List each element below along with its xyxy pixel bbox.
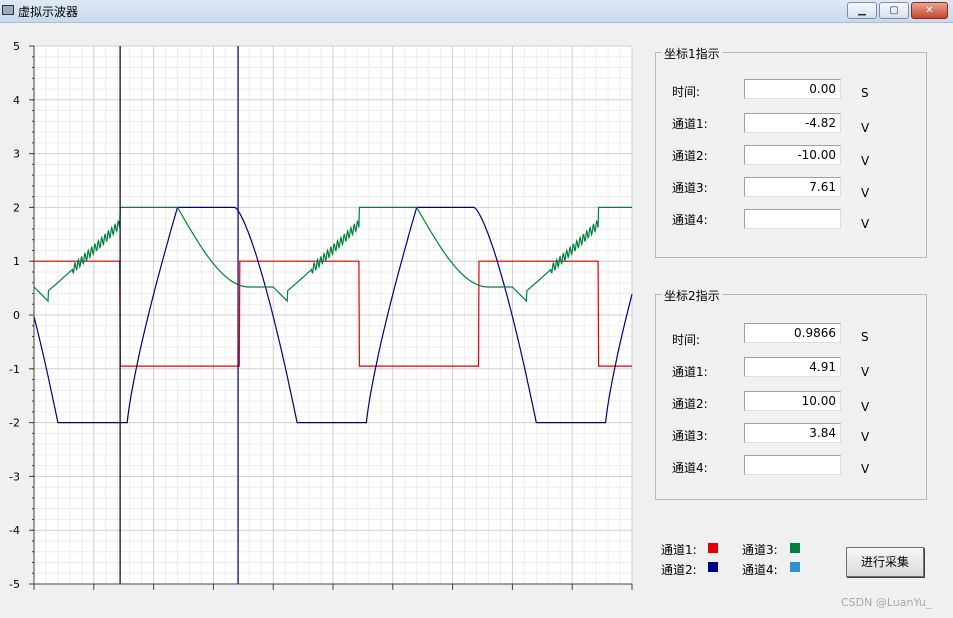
- minimize-button[interactable]: ▁: [847, 2, 877, 19]
- maximize-button[interactable]: ▢: [879, 2, 909, 19]
- legend-ch2-label: 通道2:: [661, 563, 697, 577]
- cursor2-group: 坐标2指示 时间: 0.9866 S 通道1: 4.91 V 通道2: 10.0…: [655, 287, 927, 500]
- cursor2-ch4-unit: V: [861, 462, 870, 476]
- cursor1-ch4-unit: V: [861, 217, 870, 231]
- cursor2-ch1-unit: V: [861, 365, 870, 379]
- cursor1-ch2-label: 通道2:: [672, 149, 708, 163]
- cursor1-ch1-field[interactable]: -4.82: [744, 113, 841, 133]
- legend-ch4-swatch: [790, 562, 800, 572]
- cursor1-time-field[interactable]: 0.00: [744, 79, 841, 99]
- cursor1-ch4-label: 通道4:: [672, 213, 708, 227]
- cursor1-ch2-field[interactable]: -10.00: [744, 145, 841, 165]
- app-icon: [2, 5, 14, 15]
- oscilloscope-plot[interactable]: 5 4 3 2 1 0 -1 -2 -3 -4 -5: [0, 34, 640, 592]
- cursor2-ch2-label: 通道2:: [672, 397, 708, 411]
- cursor2-ch1-label: 通道1:: [672, 365, 708, 379]
- legend-ch3-label: 通道3:: [742, 543, 778, 557]
- y-tick-label: 2: [13, 201, 20, 214]
- y-tick-label: 0: [13, 309, 20, 322]
- y-tick-label: 4: [13, 94, 20, 107]
- legend-ch3-swatch: [790, 543, 800, 553]
- cursor1-group: 坐标1指示 时间: 0.00 S 通道1: -4.82 V 通道2: -10.0…: [655, 45, 927, 258]
- legend-ch1-label: 通道1:: [661, 543, 697, 557]
- y-tick-label: -5: [9, 578, 20, 591]
- title-bar: 虚拟示波器 ▁ ▢ ✕: [0, 0, 953, 23]
- cursor2-time-field[interactable]: 0.9866: [744, 323, 841, 343]
- y-tick-label: -3: [9, 470, 20, 483]
- y-tick-label: -2: [9, 417, 20, 430]
- cursor2-ch2-field[interactable]: 10.00: [744, 391, 841, 411]
- y-tick-label: 1: [13, 255, 20, 268]
- cursor1-ch2-unit: V: [861, 154, 870, 168]
- cursor2-time-unit: S: [861, 330, 869, 344]
- cursor1-ch3-unit: V: [861, 186, 870, 200]
- watermark: CSDN @LuanYu_: [841, 596, 932, 609]
- cursor1-ch4-field[interactable]: [744, 209, 841, 229]
- cursor2-ch4-field[interactable]: [744, 455, 841, 475]
- cursor2-ch2-unit: V: [861, 400, 870, 414]
- y-tick-label: 3: [13, 148, 20, 161]
- close-button[interactable]: ✕: [911, 2, 948, 19]
- acquire-button[interactable]: 进行采集: [846, 547, 924, 577]
- cursor2-title: 坐标2指示: [662, 287, 722, 304]
- legend-ch2-swatch: [708, 562, 718, 572]
- cursor2-ch3-label: 通道3:: [672, 429, 708, 443]
- cursor2-time-label: 时间:: [672, 333, 701, 347]
- cursor2-ch1-field[interactable]: 4.91: [744, 357, 841, 377]
- cursor1-ch3-field[interactable]: 7.61: [744, 177, 841, 197]
- cursor1-time-label: 时间:: [672, 85, 701, 99]
- cursor2-ch3-field[interactable]: 3.84: [744, 423, 841, 443]
- cursor1-time-unit: S: [861, 86, 869, 100]
- cursor1-ch3-label: 通道3:: [672, 181, 708, 195]
- y-tick-label: 5: [13, 40, 20, 53]
- y-tick-label: -1: [9, 363, 20, 376]
- cursor1-ch1-label: 通道1:: [672, 117, 708, 131]
- cursor2-ch4-label: 通道4:: [672, 461, 708, 475]
- legend-ch1-swatch: [708, 543, 718, 553]
- y-tick-label: -4: [9, 524, 20, 537]
- legend-ch4-label: 通道4:: [742, 563, 778, 577]
- cursor1-ch1-unit: V: [861, 121, 870, 135]
- cursor1-title: 坐标1指示: [662, 45, 722, 62]
- window-title: 虚拟示波器: [18, 5, 79, 19]
- cursor2-ch3-unit: V: [861, 430, 870, 444]
